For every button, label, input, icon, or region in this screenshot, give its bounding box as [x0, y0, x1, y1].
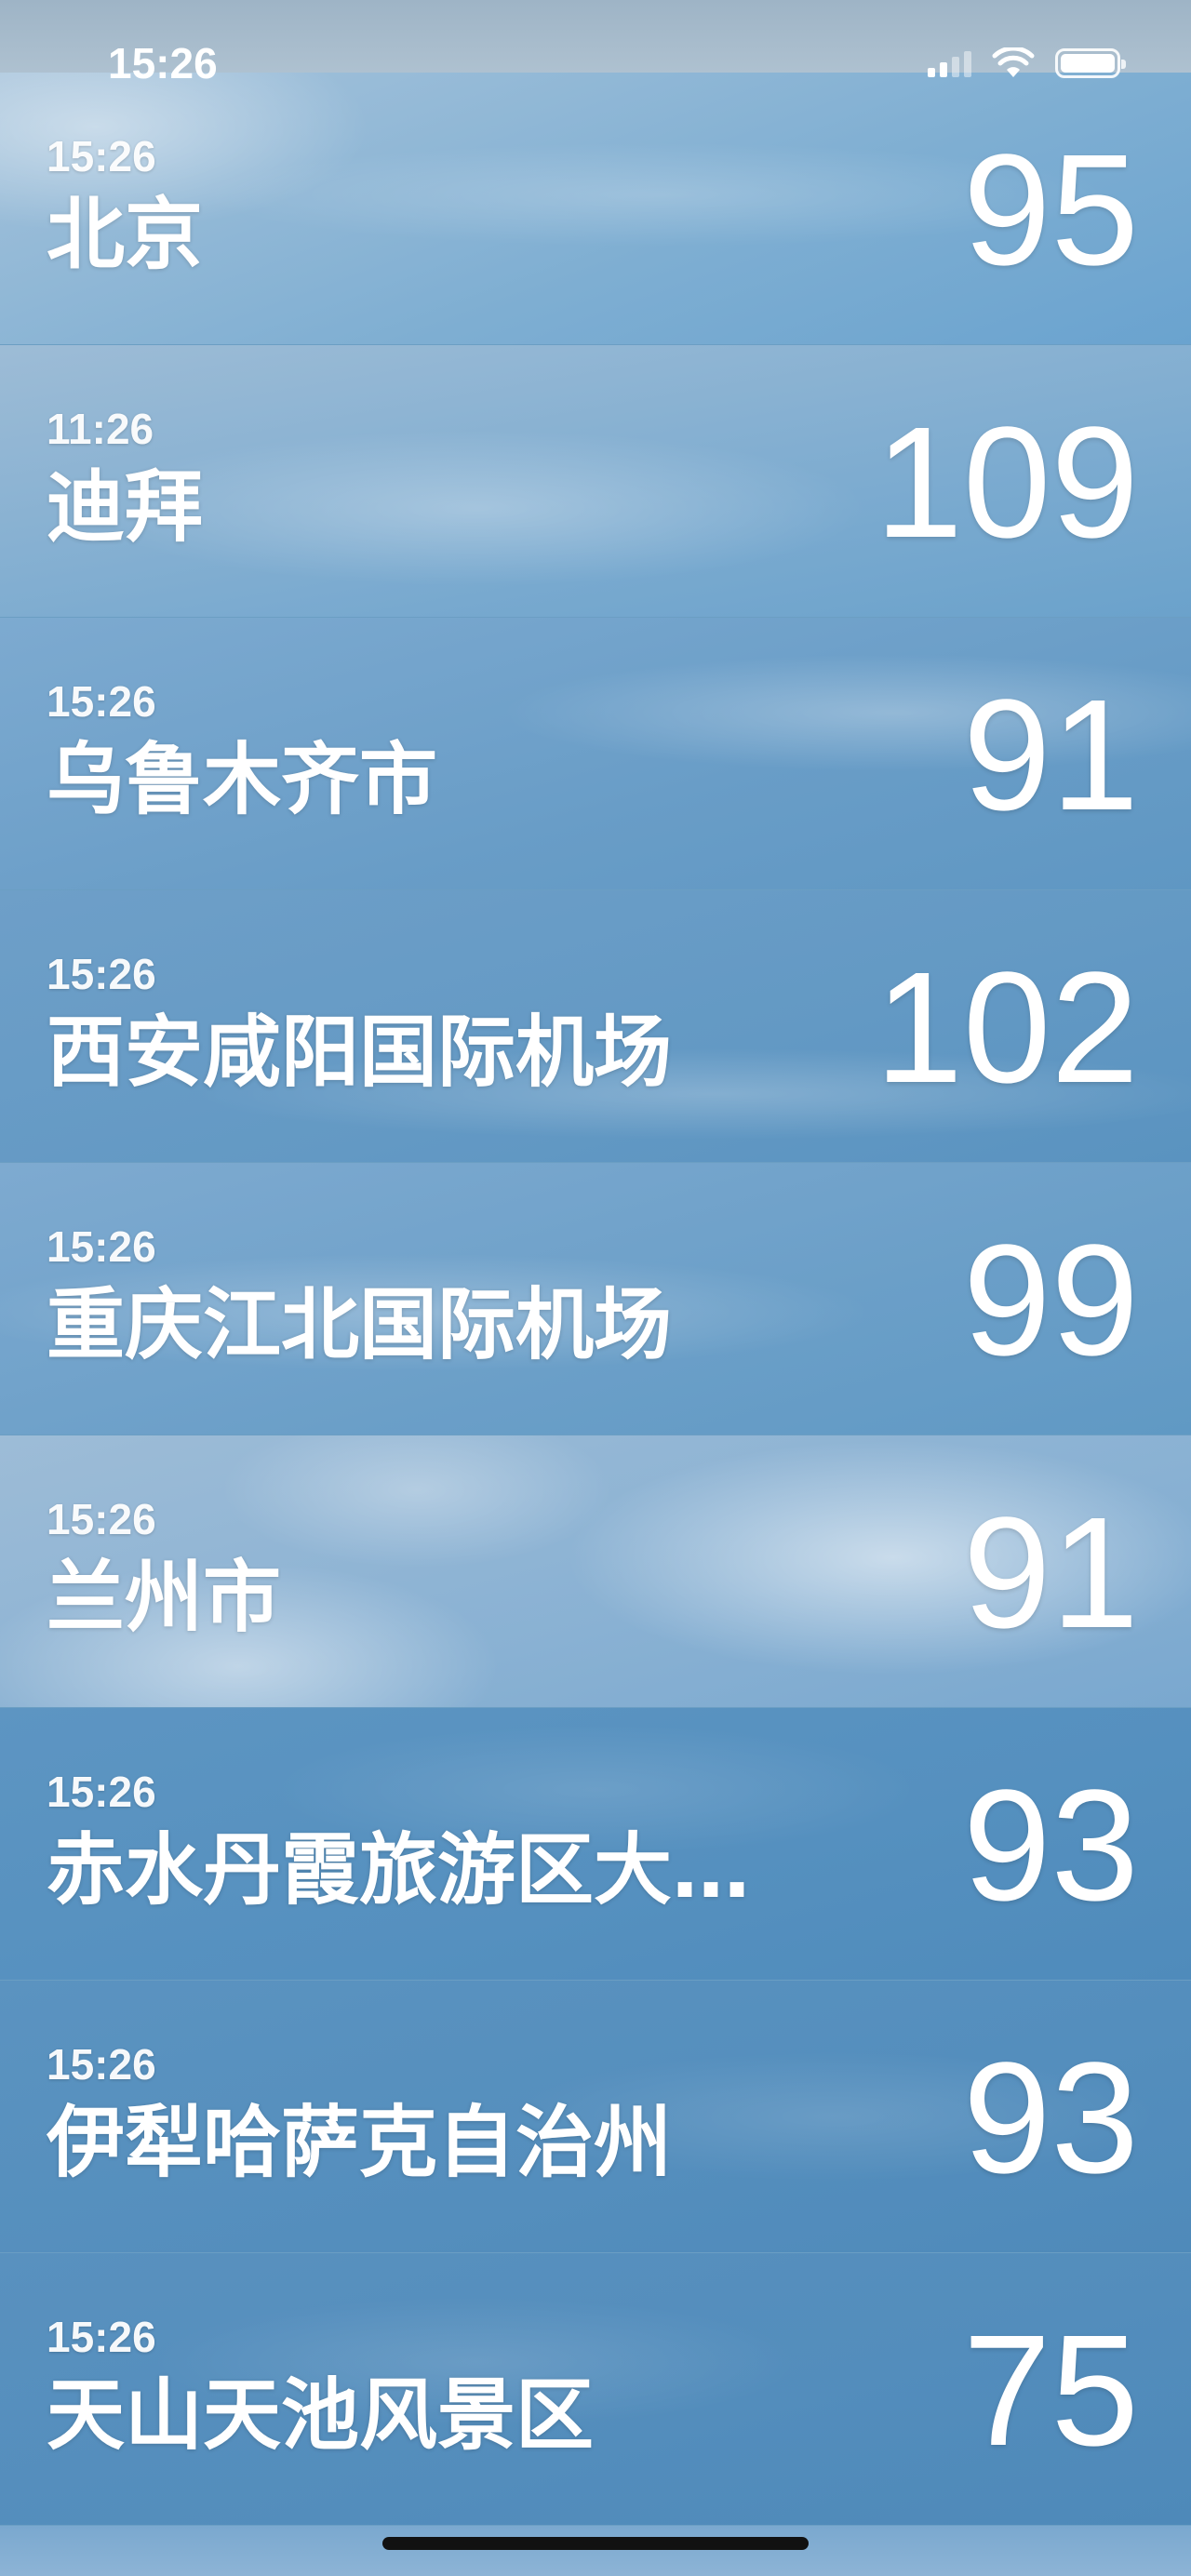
status-time: 15:26	[108, 39, 218, 87]
city-value: 93	[962, 2030, 1139, 2207]
city-row[interactable]: 15:26 天山天池风景区 75	[0, 2253, 1191, 2526]
city-local-time: 15:26	[47, 2040, 156, 2089]
city-local-time: 15:26	[47, 2313, 156, 2361]
city-value: 91	[962, 1485, 1139, 1662]
city-name: 伊犁哈萨克自治州	[47, 2097, 673, 2188]
city-value: 109	[875, 394, 1139, 571]
city-local-time: 11:26	[47, 405, 154, 453]
city-value: 75	[962, 2302, 1139, 2479]
city-name: 北京	[47, 189, 204, 280]
city-name: 西安咸阳国际机场	[47, 1007, 673, 1098]
city-value: 99	[962, 1212, 1139, 1389]
city-local-time: 15:26	[47, 1768, 156, 1816]
city-local-time: 15:26	[47, 1222, 156, 1271]
city-name: 天山天池风景区	[47, 2369, 595, 2461]
city-row[interactable]: 15:26 伊犁哈萨克自治州 93	[0, 1981, 1191, 2253]
city-row[interactable]: 15:26 乌鲁木齐市 91	[0, 618, 1191, 890]
city-value: 95	[962, 122, 1139, 299]
city-local-time: 15:26	[47, 132, 156, 180]
city-list: 15:26 北京 95 11:26 迪拜 109 15:26 乌鲁木齐市 91 …	[0, 73, 1191, 2526]
city-local-time: 15:26	[47, 677, 156, 726]
status-icons	[928, 45, 1126, 82]
city-row[interactable]: 15:26 北京 95	[0, 73, 1191, 345]
cellular-signal-icon	[928, 49, 971, 77]
bottom-strip	[0, 2526, 1191, 2576]
city-value: 102	[875, 940, 1139, 1116]
city-local-time: 15:26	[47, 1495, 156, 1543]
battery-icon	[1055, 48, 1126, 78]
city-row[interactable]: 15:26 重庆江北国际机场 99	[0, 1163, 1191, 1435]
city-name: 乌鲁木齐市	[47, 734, 438, 825]
city-value: 91	[962, 667, 1139, 844]
city-value: 93	[962, 1757, 1139, 1934]
city-row[interactable]: 15:26 兰州市 91	[0, 1435, 1191, 1708]
city-name: 赤水丹霞旅游区大…	[47, 1824, 751, 1915]
city-local-time: 15:26	[47, 950, 156, 998]
city-row[interactable]: 11:26 迪拜 109	[0, 345, 1191, 618]
city-row[interactable]: 15:26 赤水丹霞旅游区大… 93	[0, 1708, 1191, 1981]
home-indicator[interactable]	[382, 2537, 809, 2550]
city-row[interactable]: 15:26 西安咸阳国际机场 102	[0, 890, 1191, 1163]
city-name: 兰州市	[47, 1552, 282, 1643]
wifi-icon	[992, 47, 1035, 77]
city-name: 迪拜	[47, 461, 204, 553]
status-bar: 15:26	[0, 0, 1191, 87]
city-name: 重庆江北国际机场	[47, 1279, 673, 1370]
